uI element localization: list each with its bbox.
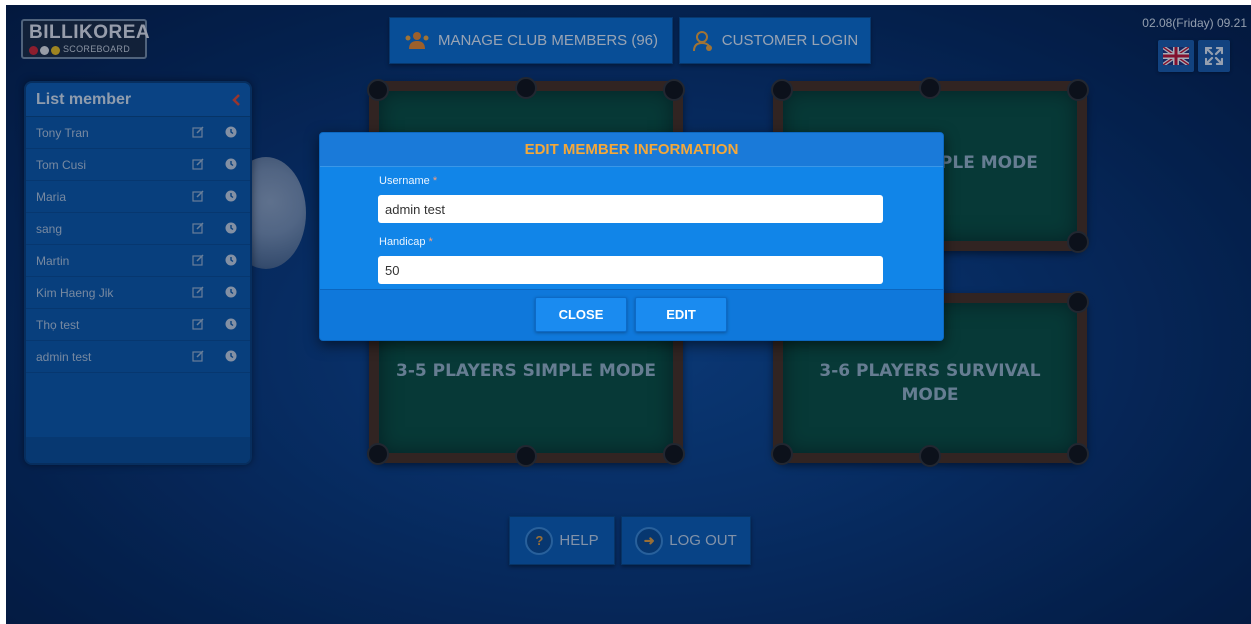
help-label: HELP: [559, 532, 599, 549]
member-list-panel: List member Tony Tran Tom Cusi Maria sang Ma…: [24, 81, 252, 465]
history-clock-icon[interactable]: [225, 350, 237, 362]
history-clock-icon[interactable]: [225, 126, 237, 138]
member-name: admin test: [36, 349, 92, 364]
member-row[interactable]: Tom Cusi: [26, 149, 250, 181]
yellow-ball-icon: [51, 45, 60, 55]
edit-member-icon[interactable]: [192, 158, 204, 170]
user-login-icon: [692, 30, 712, 51]
history-clock-icon[interactable]: [225, 286, 237, 298]
fullscreen-button[interactable]: [1198, 40, 1230, 72]
member-row[interactable]: admin test: [26, 341, 250, 373]
edit-member-icon[interactable]: [192, 222, 204, 234]
red-ball-icon: [29, 45, 38, 55]
history-clock-icon[interactable]: [225, 190, 237, 202]
help-icon: ?: [525, 526, 554, 555]
logout-button[interactable]: ➜ LOG OUT: [621, 516, 751, 565]
logo-title: BILLIKOREA: [29, 22, 151, 43]
logo: BILLIKOREA SCOREBOARD: [21, 19, 151, 59]
member-name: sang: [36, 221, 63, 236]
modal-title: EDIT MEMBER INFORMATION: [320, 133, 943, 167]
username-input[interactable]: [378, 195, 883, 223]
edit-member-icon[interactable]: [192, 190, 204, 202]
member-row[interactable]: Kim Haeng Jik: [26, 277, 250, 309]
username-label: Username *: [379, 175, 438, 187]
logo-dots: [29, 45, 60, 55]
logo-subtitle: SCOREBOARD: [63, 44, 131, 54]
member-row[interactable]: Maria: [26, 181, 250, 213]
member-list-footer: [26, 437, 250, 463]
customer-login-label: CUSTOMER LOGIN: [721, 32, 859, 49]
manage-club-members-button[interactable]: MANAGE CLUB MEMBERS (96): [389, 17, 673, 64]
member-name: Kim Haeng Jik: [36, 285, 114, 300]
uk-flag-icon: [1163, 47, 1189, 65]
table-mode-label-line2: MODE: [901, 385, 959, 405]
history-clock-icon[interactable]: [225, 222, 237, 234]
member-row[interactable]: Tony Tran: [26, 117, 250, 149]
edit-button[interactable]: EDIT: [635, 297, 727, 332]
close-button[interactable]: CLOSE: [535, 297, 627, 332]
logout-label: LOG OUT: [669, 532, 737, 549]
member-row[interactable]: Thọ test: [26, 309, 250, 341]
member-name: Thọ test: [36, 317, 80, 332]
member-list-header: List member: [26, 83, 250, 117]
edit-member-icon[interactable]: [192, 126, 204, 138]
fullscreen-icon: [1205, 47, 1223, 65]
member-row[interactable]: sang: [26, 213, 250, 245]
edit-member-icon[interactable]: [192, 318, 204, 330]
edit-member-modal: EDIT MEMBER INFORMATION Username * Handi…: [319, 132, 944, 341]
handicap-input[interactable]: [378, 256, 883, 284]
member-name: Maria: [36, 189, 67, 204]
history-clock-icon[interactable]: [225, 254, 237, 266]
edit-member-icon[interactable]: [192, 350, 204, 362]
manage-club-members-label: MANAGE CLUB MEMBERS (96): [437, 32, 659, 49]
member-list-title: List member: [36, 90, 132, 108]
history-clock-icon[interactable]: [225, 318, 237, 330]
white-ball-icon: [40, 45, 49, 55]
table-mode-label: MPLE MODE: [923, 153, 1038, 173]
member-name: Tom Cusi: [36, 157, 87, 172]
member-rows: Tony Tran Tom Cusi Maria sang Martin Kim Haen…: [26, 117, 250, 373]
members-icon: [405, 31, 429, 49]
logout-icon: ➜: [635, 526, 664, 555]
handicap-label: Handicap *: [379, 236, 433, 248]
edit-member-icon[interactable]: [192, 286, 204, 298]
customer-login-button[interactable]: CUSTOMER LOGIN: [679, 17, 871, 64]
edit-member-icon[interactable]: [192, 254, 204, 266]
help-button[interactable]: ? HELP: [509, 516, 615, 565]
member-row[interactable]: Martin: [26, 245, 250, 277]
member-name: Martin: [36, 253, 70, 268]
table-mode-label: 3-5 PLAYERS SIMPLE MODE: [395, 361, 657, 381]
table-mode-label-line1: 3-6 PLAYERS SURVIVAL: [819, 361, 1041, 381]
app-screen: BILLIKOREA SCOREBOARD MANAGE CLUB MEMBER…: [6, 5, 1251, 624]
collapse-chevron-icon[interactable]: [232, 93, 240, 106]
modal-footer: CLOSE EDIT: [320, 289, 943, 340]
member-name: Tony Tran: [36, 125, 89, 140]
datetime: 02.08(Friday) 09.21: [1142, 16, 1247, 30]
language-uk-flag-button[interactable]: [1158, 40, 1194, 72]
history-clock-icon[interactable]: [225, 158, 237, 170]
